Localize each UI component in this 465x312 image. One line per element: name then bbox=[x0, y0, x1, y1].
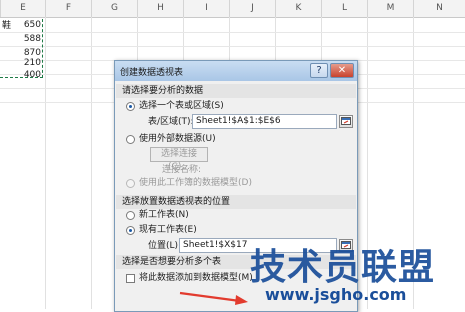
close-button[interactable]: ✕ bbox=[330, 63, 354, 78]
annotation-arrow bbox=[179, 291, 248, 305]
watermark-url: www.jsgho.com bbox=[265, 285, 407, 304]
choose-connection-button[interactable]: 选择连接(C)... bbox=[150, 147, 208, 172]
copy-selection-marquee bbox=[0, 19, 43, 78]
section-header-location: 选择放置数据透视表的位置 bbox=[116, 195, 356, 209]
help-icon: ? bbox=[316, 65, 322, 76]
help-button[interactable]: ? bbox=[310, 63, 328, 78]
column-header-j[interactable]: J bbox=[229, 0, 275, 17]
radio-data-model bbox=[126, 179, 135, 188]
checkbox-add-to-data-model[interactable] bbox=[126, 274, 135, 283]
column-header-g[interactable]: G bbox=[91, 0, 137, 17]
option-existing-worksheet-label[interactable]: 现有工作表(E) bbox=[139, 224, 197, 236]
close-icon: ✕ bbox=[337, 65, 347, 76]
column-header-m[interactable]: M bbox=[367, 0, 413, 17]
column-header-k[interactable]: K bbox=[275, 0, 321, 17]
column-header-f[interactable]: F bbox=[45, 0, 91, 17]
column-header-e[interactable]: E bbox=[0, 0, 45, 17]
dialog-title: 创建数据透视表 bbox=[120, 68, 184, 78]
radio-existing-worksheet[interactable] bbox=[126, 226, 135, 235]
range-input[interactable]: Sheet1!$A$1:$E$6 bbox=[192, 114, 337, 129]
range-ref-button[interactable] bbox=[339, 115, 353, 128]
option-data-model-label: 使用此工作簿的数据模型(D) bbox=[139, 178, 252, 188]
radio-new-worksheet[interactable] bbox=[126, 211, 135, 220]
option-new-worksheet-label[interactable]: 新工作表(N) bbox=[139, 209, 189, 221]
radio-external-source[interactable] bbox=[126, 135, 135, 144]
location-label: 位置(L): bbox=[148, 241, 182, 251]
grid-line bbox=[0, 32, 465, 33]
watermark-logo-text: 技术员联盟 bbox=[250, 247, 436, 288]
section-header-data-source: 请选择要分析的数据 bbox=[116, 84, 356, 98]
column-header-i[interactable]: I bbox=[183, 0, 229, 17]
range-label: 表/区域(T): bbox=[148, 117, 194, 127]
add-to-data-model-label[interactable]: 将此数据添加到数据模型(M) bbox=[139, 272, 253, 284]
radio-select-table[interactable] bbox=[126, 102, 135, 111]
column-header-l[interactable]: L bbox=[321, 0, 367, 17]
column-header-row: E F G H I J K L M N bbox=[0, 0, 465, 18]
option-select-table-label[interactable]: 选择一个表或区域(S) bbox=[139, 100, 224, 112]
connection-name-label: 连接名称: bbox=[162, 165, 202, 175]
column-header-h[interactable]: H bbox=[137, 0, 183, 17]
collapse-dialog-icon bbox=[341, 117, 351, 125]
option-external-source-label[interactable]: 使用外部数据源(U) bbox=[139, 133, 216, 145]
dialog-titlebar[interactable]: 创建数据透视表 ? ✕ bbox=[115, 61, 357, 81]
grid-line bbox=[0, 46, 465, 47]
column-header-n[interactable]: N bbox=[413, 0, 465, 17]
